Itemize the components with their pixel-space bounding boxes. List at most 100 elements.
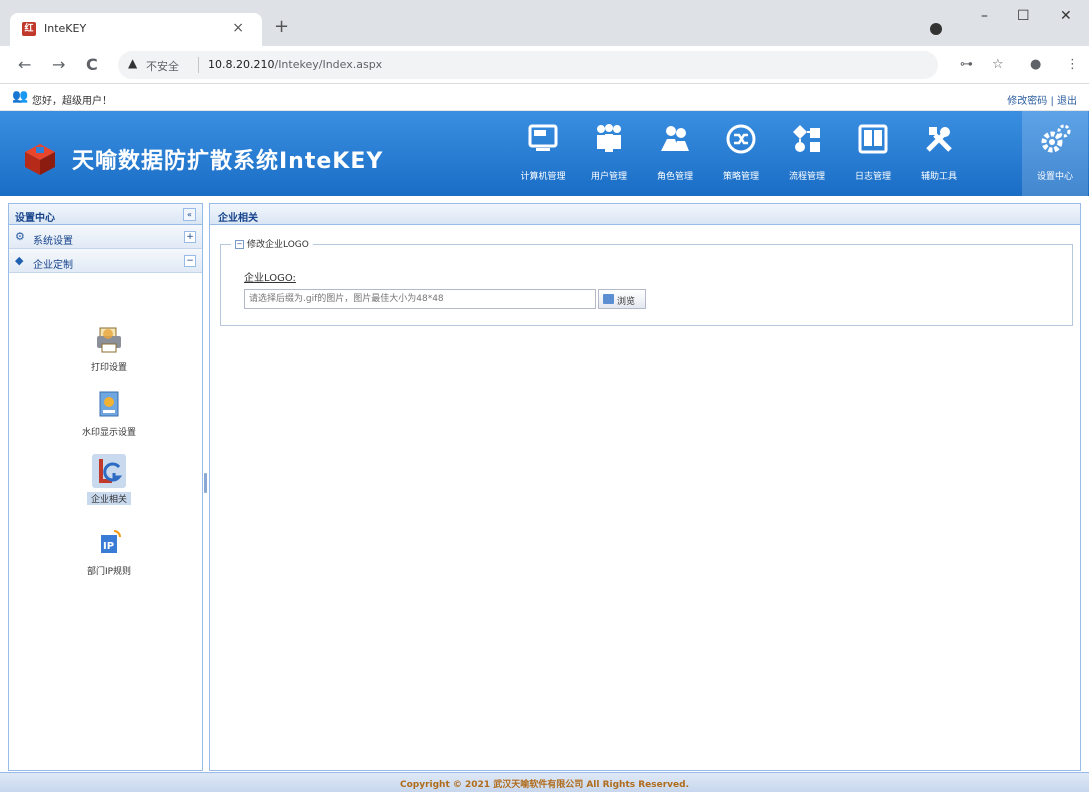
nav-label: 角色管理: [656, 172, 693, 182]
link-separator: |: [1047, 96, 1057, 107]
reload-button[interactable]: C: [86, 55, 98, 74]
greeting-bar: 👥 您好，超级用户！ 修改密码 | 退出: [0, 85, 1089, 111]
splitter-handle[interactable]: [204, 473, 207, 493]
logo-field-label: 企业LOGO:: [244, 273, 296, 284]
browser-tab[interactable]: 红 InteKEY ×: [10, 13, 262, 46]
shuffle-icon: [726, 124, 756, 154]
nav-label: 辅助工具: [920, 172, 957, 182]
feature-enterprise-related[interactable]: 企业相关: [64, 454, 154, 505]
logo-fieldset: −修改企业LOGO 企业LOGO: 浏览: [220, 237, 1073, 326]
nav-label: 设置中心: [1036, 172, 1073, 182]
legend-text: 修改企业LOGO: [247, 240, 309, 250]
users-icon: [597, 124, 621, 152]
maximize-button[interactable]: ☐: [1017, 8, 1030, 24]
logout-link[interactable]: 退出: [1057, 96, 1077, 107]
address-bar[interactable]: ▲ 不安全 10.8.20.210/Intekey/Index.aspx: [118, 51, 938, 79]
key-icon[interactable]: ⊶: [960, 57, 973, 72]
nav-auxiliary-tools[interactable]: 辅助工具: [906, 111, 972, 196]
gear-icon: [1041, 124, 1071, 153]
feature-watermark-settings[interactable]: 水印显示设置: [64, 387, 154, 438]
tools-icon: [926, 127, 952, 152]
nav-label: 用户管理: [590, 172, 627, 182]
nav-role-management[interactable]: 角色管理: [642, 111, 708, 196]
nav-label: 策略管理: [722, 172, 759, 182]
nav-settings-center[interactable]: 设置中心: [1022, 111, 1088, 196]
enterprise-icon: ◆: [15, 254, 24, 267]
tab-close-icon[interactable]: ×: [232, 20, 244, 36]
window-close-button[interactable]: ✕: [1060, 8, 1072, 24]
panel-splitter[interactable]: [204, 203, 208, 771]
nav-label: 计算机管理: [520, 172, 566, 182]
section-enterprise-customization[interactable]: ◆ 企业定制 −: [9, 249, 202, 273]
watermark-icon: [92, 387, 126, 421]
feature-print-settings[interactable]: 打印设置: [64, 322, 154, 373]
url-text: 10.8.20.210/Intekey/Index.aspx: [208, 58, 382, 71]
nav-flow-management[interactable]: 流程管理: [774, 111, 840, 196]
flow-icon: [793, 125, 820, 152]
roles-icon: [661, 126, 689, 151]
expand-toggle[interactable]: +: [184, 231, 196, 243]
app-banner: 天喻数据防扩散系统InteKEY 计算机管理 用户管理 角色管理 策略管理 流程…: [0, 111, 1089, 196]
fieldset-collapse-toggle[interactable]: −: [235, 240, 244, 249]
address-separator: [198, 57, 199, 73]
forward-button[interactable]: →: [52, 55, 65, 74]
nav-computer-management[interactable]: 计算机管理: [510, 111, 576, 196]
profile-icon[interactable]: ●: [1030, 57, 1041, 72]
url-path: /Intekey/Index.aspx: [274, 58, 383, 71]
nav-label: 日志管理: [854, 172, 891, 182]
collapse-sidebar-button[interactable]: «: [183, 208, 196, 221]
folder-icon: [603, 294, 614, 304]
settings-sidebar: 设置中心 « ⚙ 系统设置 + ◆ 企业定制 − 打印设置 水印显示设置 企业相…: [8, 203, 203, 771]
nav-user-management[interactable]: 用户管理: [576, 111, 642, 196]
content-title: 企业相关: [218, 213, 258, 224]
favicon-icon: 红: [22, 22, 36, 36]
nav-policy-management[interactable]: 策略管理: [708, 111, 774, 196]
feature-label: 打印设置: [90, 363, 127, 373]
new-tab-button[interactable]: +: [274, 16, 289, 37]
account-links: 修改密码 | 退出: [1007, 92, 1077, 107]
section-title: 系统设置: [33, 236, 73, 247]
section-system-settings[interactable]: ⚙ 系统设置 +: [9, 225, 202, 249]
sidebar-title: 设置中心: [15, 213, 55, 224]
book-icon: [858, 124, 888, 154]
browse-label: 浏览: [617, 297, 636, 307]
nav-log-management[interactable]: 日志管理: [840, 111, 906, 196]
record-indicator-icon: [930, 23, 942, 35]
ip-icon: IP: [92, 526, 126, 560]
printer-icon: [92, 322, 126, 356]
collapse-toggle[interactable]: −: [184, 255, 196, 267]
change-password-link[interactable]: 修改密码: [1007, 96, 1047, 107]
star-icon[interactable]: ☆: [992, 57, 1004, 72]
feature-label: 企业相关: [64, 492, 154, 505]
browser-toolbar: ← → C ▲ 不安全 10.8.20.210/Intekey/Index.as…: [0, 46, 1089, 84]
browser-titlebar: 红 InteKEY × + – ☐ ✕: [0, 0, 1089, 46]
content-header: 企业相关: [210, 204, 1080, 225]
users-icon: 👥: [12, 89, 29, 104]
app-title: 天喻数据防扩散系统InteKEY: [72, 149, 384, 174]
warning-icon: ▲: [128, 56, 138, 70]
copyright-text: Copyright © 2021 武汉天喻软件有限公司 All Rights R…: [399, 780, 690, 790]
greeting-text: 您好，超级用户！: [32, 96, 112, 107]
gear-icon: ⚙: [15, 230, 25, 243]
svg-text:IP: IP: [103, 541, 114, 552]
back-button[interactable]: ←: [18, 55, 31, 74]
tab-title: InteKEY: [44, 22, 87, 35]
content-panel: 企业相关 −修改企业LOGO 企业LOGO: 浏览: [209, 203, 1081, 771]
nav-label: 流程管理: [788, 172, 825, 182]
url-host: 10.8.20.210: [208, 58, 275, 71]
sidebar-header: 设置中心 «: [9, 204, 202, 225]
feature-label: 部门IP规则: [86, 567, 132, 577]
logo-file-input[interactable]: [244, 289, 596, 309]
insecure-label[interactable]: 不安全: [146, 58, 179, 74]
browse-button[interactable]: 浏览: [598, 289, 646, 309]
cube-logo-icon: [25, 144, 55, 175]
computer-icon: [528, 124, 558, 151]
feature-department-ip-rules[interactable]: IP 部门IP规则: [64, 526, 154, 577]
lg-logo-icon: [92, 454, 126, 488]
feature-label-text: 企业相关: [86, 492, 131, 505]
browser-menu-icon[interactable]: ⋮: [1066, 57, 1079, 72]
minimize-button[interactable]: –: [981, 8, 988, 24]
feature-label: 水印显示设置: [81, 428, 136, 438]
fieldset-legend: − 修改企业LOGO: [231, 237, 313, 250]
page-footer: Copyright © 2021 武汉天喻软件有限公司 All Rights R…: [0, 772, 1089, 792]
